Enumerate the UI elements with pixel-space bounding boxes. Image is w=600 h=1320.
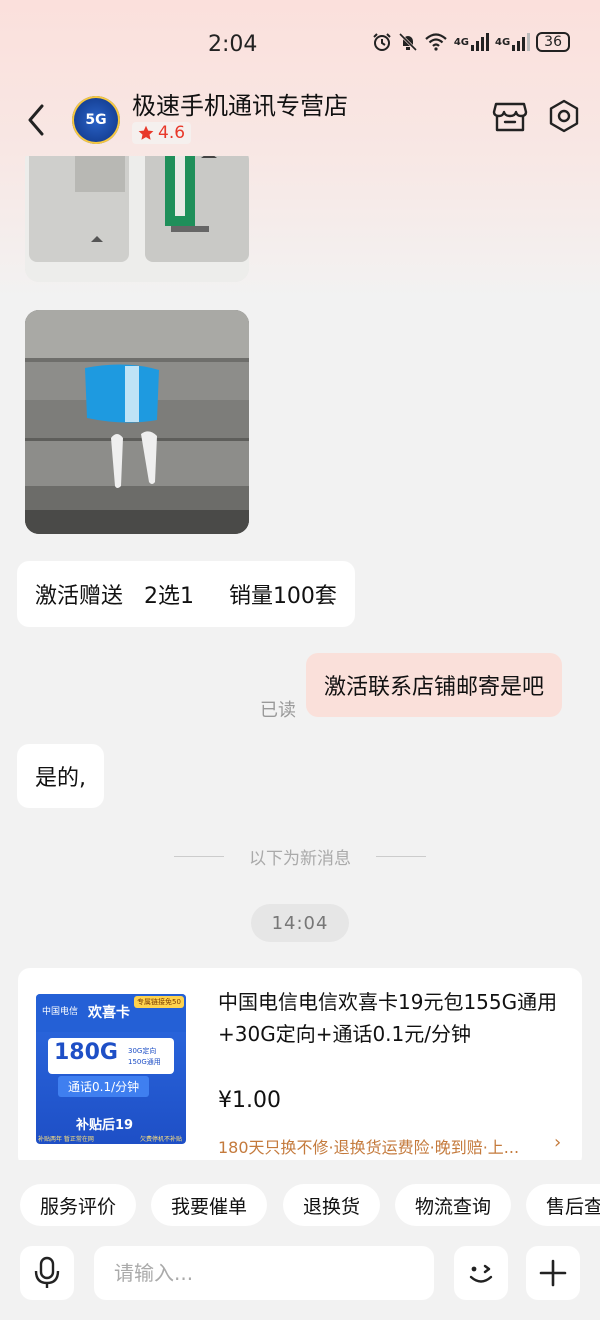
product-service-tags[interactable]: 180天只换不修·退换货运费险·晚到赔·上... [218, 1134, 519, 1158]
divider-text: 以下为新消息 [249, 848, 351, 869]
message-bubble-sent[interactable]: 激活联系店铺邮寄是吧 [306, 653, 563, 717]
thumb-data-big: 180G [54, 1040, 118, 1065]
settings-button[interactable] [546, 98, 582, 134]
plus-icon [539, 1259, 567, 1287]
message-input[interactable] [94, 1246, 434, 1300]
wifi-icon [425, 33, 447, 51]
read-status: 已读 [260, 700, 296, 721]
network-4g-label: 4G [453, 36, 469, 48]
image-message-earbuds[interactable] [25, 310, 249, 534]
store-icon [492, 102, 528, 132]
quick-action-logistics[interactable]: 物流查询 [395, 1184, 512, 1226]
status-icons: 4G 4G 36 [372, 32, 570, 52]
timestamp-pill: 14:04 [251, 904, 349, 942]
message-text: 激活联系店铺邮寄是吧 [324, 675, 545, 700]
quick-action-review[interactable]: 服务评价 [20, 1184, 137, 1226]
message-text: 是的, [35, 766, 86, 791]
thumb-brand: 中国电信 [42, 1007, 79, 1017]
more-button[interactable] [526, 1246, 580, 1300]
chevron-left-icon [28, 104, 44, 136]
rating-value: 4.6 [158, 123, 186, 143]
product-card[interactable]: 中国电信 欢喜卡 专属链接免50 180G 30G定向 150G通用 通话0.1… [18, 968, 582, 1160]
divider-line [376, 855, 426, 857]
message-text: 激活赠送 2选1 销量100套 [35, 584, 337, 609]
product-title[interactable]: 中国电信电信欢喜卡19元包155G通用+30G定向+通话0.1元/分钟 [218, 986, 568, 1050]
signal-icon [471, 33, 489, 51]
network-4g-label-2: 4G [495, 36, 511, 48]
new-messages-divider: 以下为新消息 [174, 844, 426, 869]
thumb-call: 通话0.1/分钟 [58, 1076, 150, 1097]
message-bubble-received[interactable]: 是的, [17, 744, 104, 808]
signal-icon-2 [512, 33, 531, 51]
gear-icon [549, 99, 579, 133]
status-bar: 2:04 4G 4G 36 [0, 0, 600, 88]
back-button[interactable] [22, 100, 52, 140]
thumb-foot-right: 欠费停机不补贴 [140, 1136, 183, 1143]
thumb-foot-left: 补贴两年 暂正常在网 [38, 1136, 94, 1143]
shop-avatar[interactable]: 5G [72, 96, 120, 144]
store-button[interactable] [492, 98, 528, 134]
quick-action-after-sales[interactable]: 售后查 [526, 1184, 600, 1226]
router-photo [25, 156, 249, 282]
product-price: ¥1.00 [218, 1088, 281, 1113]
image-message-router[interactable] [25, 156, 249, 282]
emoji-icon [469, 1264, 493, 1283]
thumb-card-name: 欢喜卡 [88, 1005, 130, 1021]
quick-action-return[interactable]: 退换货 [283, 1184, 381, 1226]
status-time: 2:04 [208, 32, 258, 57]
shop-rating: 4.6 [132, 122, 192, 144]
thumb-data-line2: 150G通用 [128, 1058, 161, 1066]
emoji-button[interactable] [454, 1246, 508, 1300]
earbuds-photo [25, 310, 249, 534]
quick-actions-bar[interactable]: 服务评价 我要催单 退换货 物流查询 售后查 [0, 1176, 600, 1232]
thumb-data-line1: 30G定向 [128, 1047, 157, 1055]
product-thumbnail[interactable]: 中国电信 欢喜卡 专属链接免50 180G 30G定向 150G通用 通话0.1… [36, 994, 186, 1144]
microphone-icon [34, 1256, 60, 1288]
mute-bell-icon [398, 32, 417, 52]
chevron-right-icon[interactable]: › [554, 1132, 561, 1153]
thumb-subsidy: 补贴后19 [76, 1118, 134, 1133]
alarm-icon [373, 33, 391, 51]
quick-action-urge-order[interactable]: 我要催单 [151, 1184, 268, 1226]
avatar-label: 5G [85, 112, 107, 128]
message-bubble-received[interactable]: 激活赠送 2选1 销量100套 [17, 561, 355, 627]
thumb-tag: 专属链接免50 [134, 996, 184, 1008]
battery-indicator: 36 [536, 32, 570, 52]
divider-line [174, 855, 224, 857]
shop-name[interactable]: 极速手机通讯专营店 [132, 86, 348, 121]
chat-messages[interactable]: 激活赠送 2选1 销量100套 已读 激活联系店铺邮寄是吧 是的, 以下为新消息… [0, 156, 600, 1160]
chat-header: 5G 极速手机通讯专营店 4.6 [0, 80, 600, 156]
voice-button[interactable] [20, 1246, 74, 1300]
star-icon [138, 125, 154, 140]
message-input-bar [0, 1246, 600, 1306]
